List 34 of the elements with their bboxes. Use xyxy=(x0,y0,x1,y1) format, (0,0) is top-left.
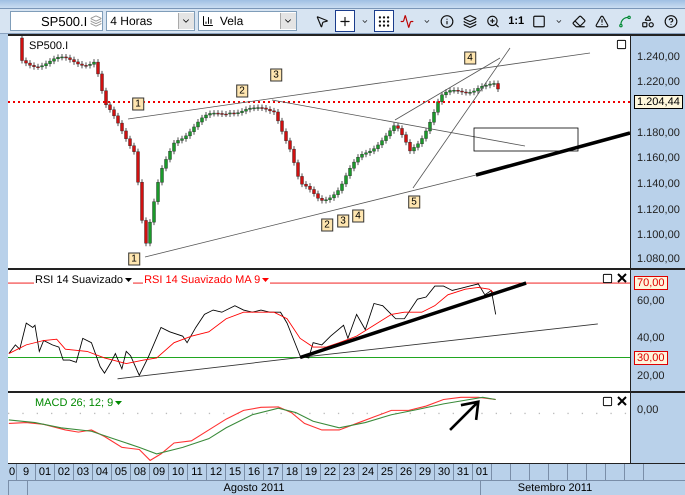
rsi-tick: 40,00 xyxy=(637,332,665,344)
indicator-legend[interactable]: RSI 14 Suavizado xyxy=(34,274,134,286)
wave-label: 2 xyxy=(321,218,333,232)
price-tick: 1.240,00 xyxy=(637,51,680,63)
ratio-button[interactable]: 1:1 xyxy=(506,10,526,32)
wave-label: 1 xyxy=(128,252,140,266)
wave-label: 4 xyxy=(464,52,476,64)
rsi-tick: 60,00 xyxy=(637,295,665,307)
rsi-tick: 20,00 xyxy=(637,370,665,382)
indicator-legend[interactable]: MACD 26; 12; 9 xyxy=(34,397,124,409)
price-tick: 1.120,00 xyxy=(637,204,680,216)
symbol-title: SP500.I xyxy=(28,40,70,52)
wave-label: 3 xyxy=(270,68,282,82)
month-label: Setembro 2011 xyxy=(480,481,629,495)
wave-label: 2 xyxy=(236,84,248,98)
interval-dropdown[interactable]: 4 Horas xyxy=(106,11,195,32)
price-tick: 1.160,00 xyxy=(637,152,680,164)
price-tick: 1.100,00 xyxy=(637,229,680,241)
rsi-tick: 30,00 xyxy=(634,351,668,365)
wave-label: 1 xyxy=(132,98,144,110)
wave-label: 3 xyxy=(337,214,349,228)
price-tick: 1.140,00 xyxy=(637,178,680,190)
rsi-tick: 70,00 xyxy=(634,276,668,290)
macd-tick: 0,00 xyxy=(637,404,658,416)
price-tick: 1.080,00 xyxy=(637,253,680,265)
last-price-tag: 1.204,44 xyxy=(634,95,683,109)
indicator-legend[interactable]: RSI 14 Suavizado MA 9 xyxy=(143,274,270,286)
symbol-field[interactable]: SP500.I xyxy=(10,11,104,32)
chart-type-dropdown[interactable]: Vela xyxy=(198,11,297,32)
price-tick: 1.180,00 xyxy=(637,127,680,139)
price-tick: 1.220,00 xyxy=(637,76,680,88)
month-label: Agosto 2011 xyxy=(27,481,480,495)
wave-label: 4 xyxy=(352,210,364,222)
wave-label: 5 xyxy=(408,196,420,208)
